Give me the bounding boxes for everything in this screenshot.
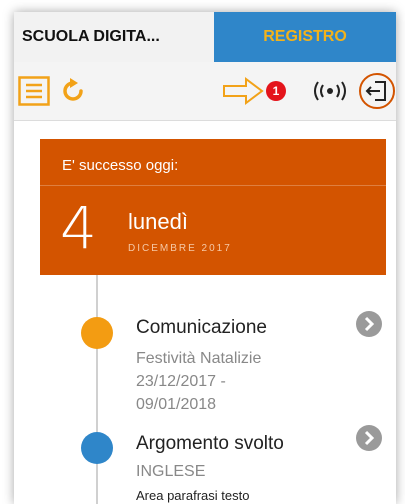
menu-icon[interactable] [18,76,50,106]
toolbar: 1 [14,62,396,121]
item-subtitle-line: 09/01/2018 [136,396,217,413]
notification-badge: 1 [266,81,286,101]
day-number: 4 [60,194,97,262]
tab-scuola-digitale[interactable]: SCUOLA DIGITA... [14,12,214,62]
item-subtitle-line: 23/12/2017 - [136,373,226,390]
tab-registro[interactable]: REGISTRO [214,12,396,62]
forward-arrow-icon[interactable] [222,76,270,106]
chevron-right-icon[interactable] [356,311,382,337]
tab-bar: SCUOLA DIGITA... REGISTRO [14,12,396,62]
card-divider [40,185,386,186]
refresh-icon[interactable] [58,76,88,106]
logout-icon[interactable] [358,72,396,110]
chevron-right-icon[interactable] [356,425,382,451]
app-frame: SCUOLA DIGITA... REGISTRO 1 E' successo … [14,12,396,504]
broadcast-icon[interactable] [310,80,350,102]
item-subject: INGLESE [136,463,206,480]
item-title-argomento[interactable]: Argomento svolto [136,433,284,455]
item-subtitle-line: Festività Natalizie [136,350,262,367]
item-note: Area parafrasi testo [136,488,250,503]
day-name: lunedì [128,209,188,234]
day-card: E' successo oggi: 4 lunedì DICEMBRE 2017 [40,139,386,275]
card-header: E' successo oggi: [62,157,179,174]
timeline-dot-comunicazione [81,317,113,349]
month-year: DICEMBRE 2017 [128,243,232,254]
timeline-content: E' successo oggi: 4 lunedì DICEMBRE 2017… [14,121,396,504]
timeline-dot-argomento [81,432,113,464]
item-title-comunicazione[interactable]: Comunicazione [136,317,267,339]
timeline-line [96,275,98,504]
